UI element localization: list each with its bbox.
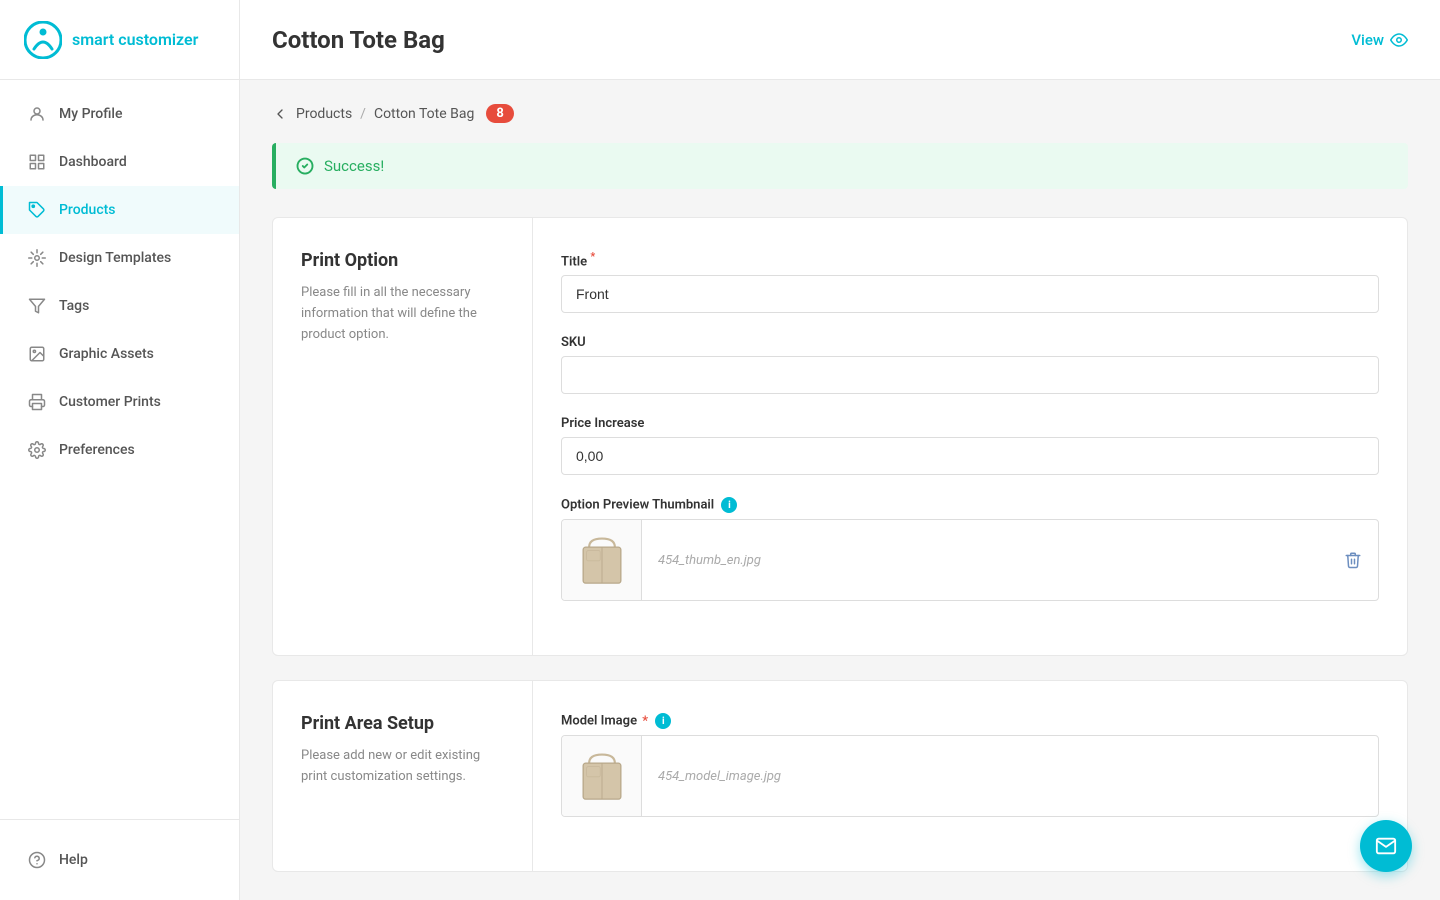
breadcrumb-badge: 8 (486, 104, 513, 123)
sidebar-label-help: Help (59, 852, 88, 868)
logo-area: smart customizer (0, 0, 239, 80)
sku-input[interactable] (561, 356, 1379, 394)
eye-icon (1390, 31, 1408, 49)
sidebar-label-customer-prints: Customer Prints (59, 394, 161, 410)
success-message: Success! (324, 157, 384, 175)
print-icon (27, 392, 47, 412)
print-area-section: Print Area Setup Please add new or edit … (272, 680, 1408, 872)
tag-icon (27, 200, 47, 220)
sidebar-bottom: Help (0, 819, 239, 900)
main-content-area: Cotton Tote Bag View Products / Cotton T… (240, 0, 1440, 900)
price-increase-label: Price Increase (561, 416, 1379, 431)
thumbnail-field-group: Option Preview Thumbnail i (561, 497, 1379, 601)
model-image-filename: 454_model_image.jpg (642, 769, 1378, 784)
gear-icon (27, 440, 47, 460)
thumbnail-delete-button[interactable] (1328, 551, 1378, 569)
delete-icon (1344, 551, 1362, 569)
print-option-title: Print Option (301, 250, 504, 271)
email-icon (1375, 835, 1397, 857)
view-button[interactable]: View (1351, 31, 1408, 49)
title-label: Title * (561, 250, 1379, 269)
scrollable-content: Products / Cotton Tote Bag 8 Success! Pr… (240, 80, 1440, 900)
price-increase-input[interactable] (561, 437, 1379, 475)
view-label: View (1351, 31, 1384, 49)
sidebar: smart customizer My Profile Dashboard (0, 0, 240, 900)
print-option-left: Print Option Please fill in all the nece… (273, 218, 533, 655)
email-fab-button[interactable] (1360, 820, 1412, 872)
sidebar-item-customer-prints[interactable]: Customer Prints (0, 378, 239, 426)
breadcrumb-current-page: Cotton Tote Bag (374, 106, 474, 122)
thumbnail-filename: 454_thumb_en.jpg (642, 553, 1328, 568)
price-increase-field-group: Price Increase (561, 416, 1379, 475)
breadcrumb-back-arrow[interactable] (272, 106, 288, 122)
print-area-title: Print Area Setup (301, 713, 504, 734)
thumbnail-wrapper: 454_thumb_en.jpg (561, 519, 1379, 601)
print-option-desc: Please fill in all the necessary informa… (301, 283, 504, 345)
print-option-inner: Print Option Please fill in all the nece… (273, 218, 1407, 655)
sku-field-group: SKU (561, 335, 1379, 394)
print-area-right: Model Image * i (533, 681, 1407, 871)
sku-label: SKU (561, 335, 1379, 350)
thumbnail-preview (562, 520, 642, 600)
sidebar-item-design-templates[interactable]: Design Templates (0, 234, 239, 282)
title-field-group: Title * (561, 250, 1379, 313)
help-icon (27, 850, 47, 870)
thumbnail-info-icon[interactable]: i (721, 497, 737, 513)
dashboard-icon (27, 152, 47, 172)
logo-text: smart customizer (72, 30, 198, 49)
model-image-info-icon[interactable]: i (655, 713, 671, 729)
sidebar-label-my-profile: My Profile (59, 106, 122, 122)
model-image-preview (562, 736, 642, 816)
sidebar-label-preferences: Preferences (59, 442, 135, 458)
sidebar-label-graphic-assets: Graphic Assets (59, 346, 154, 362)
sidebar-item-my-profile[interactable]: My Profile (0, 90, 239, 138)
sidebar-label-products: Products (59, 202, 116, 218)
title-input[interactable] (561, 275, 1379, 313)
print-option-section: Print Option Please fill in all the nece… (272, 217, 1408, 656)
sidebar-item-tags[interactable]: Tags (0, 282, 239, 330)
sidebar-label-design-templates: Design Templates (59, 250, 171, 266)
graphic-icon (27, 344, 47, 364)
thumbnail-label: Option Preview Thumbnail i (561, 497, 1379, 513)
print-area-inner: Print Area Setup Please add new or edit … (273, 681, 1407, 871)
sidebar-label-dashboard: Dashboard (59, 154, 127, 170)
filter-icon (27, 296, 47, 316)
print-area-left: Print Area Setup Please add new or edit … (273, 681, 533, 871)
main-header: Cotton Tote Bag View (240, 0, 1440, 80)
model-image-wrapper: 454_model_image.jpg (561, 735, 1379, 817)
breadcrumb-products-link[interactable]: Products (296, 106, 352, 122)
sidebar-item-dashboard[interactable]: Dashboard (0, 138, 239, 186)
sidebar-nav: My Profile Dashboard Products (0, 80, 239, 819)
success-icon (296, 157, 314, 175)
print-area-desc: Please add new or edit existing print cu… (301, 746, 504, 788)
sidebar-item-preferences[interactable]: Preferences (0, 426, 239, 474)
model-image-field-group: Model Image * i (561, 713, 1379, 817)
page-title: Cotton Tote Bag (272, 26, 445, 54)
sidebar-label-tags: Tags (59, 298, 89, 314)
logo-icon (24, 21, 62, 59)
sidebar-item-help[interactable]: Help (0, 836, 239, 884)
success-alert: Success! (272, 143, 1408, 189)
sidebar-item-graphic-assets[interactable]: Graphic Assets (0, 330, 239, 378)
user-icon (27, 104, 47, 124)
sidebar-item-products[interactable]: Products (0, 186, 239, 234)
print-option-right: Title * SKU Price Increase (533, 218, 1407, 655)
model-image-label: Model Image * i (561, 713, 1379, 729)
breadcrumb: Products / Cotton Tote Bag 8 (272, 104, 1408, 123)
model-tote-bag-image (576, 746, 628, 806)
design-icon (27, 248, 47, 268)
breadcrumb-separator: / (360, 106, 366, 122)
tote-bag-image (576, 530, 628, 590)
